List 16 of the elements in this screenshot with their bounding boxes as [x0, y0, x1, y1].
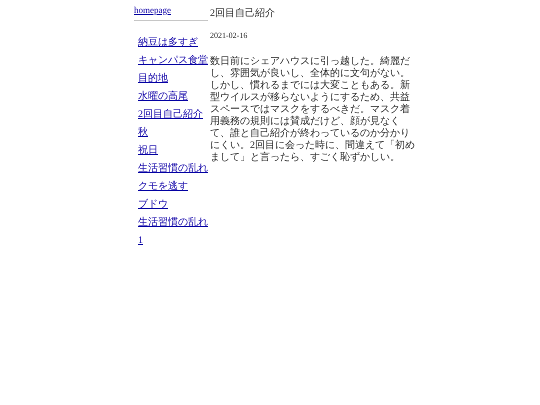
post-link[interactable]: 2回目自己紹介 — [138, 108, 203, 120]
post-link[interactable]: キャンパス食堂 — [138, 54, 208, 66]
post-link[interactable]: 1 — [138, 234, 143, 246]
post-link[interactable]: 生活習慣の乱れ — [138, 216, 208, 228]
post-link[interactable]: 納豆は多すぎ — [138, 36, 198, 48]
post-link[interactable]: 祝日 — [138, 144, 158, 156]
post-date: 2021-02-16 — [210, 30, 248, 42]
post-link[interactable]: ブドウ — [138, 198, 168, 210]
post-body: 数日前にシェアハウスに引っ越した。綺麗だし、雰囲気が良いし、全体的に文句がない。しかし、慣れるまでには大変こともある。新型ウイルスが移らないようにするため、共益スペースではマスクをするべきだ。マスク着用義務の規則には賛成だけど、顔が見なくて、誰と自己紹介が終わっているのか分かりにくい。2回目に会った時に、間違えて「初めまして」と言ったら、すごく恥ずかしい。 — [210, 56, 415, 164]
post-title: 2回目自己紹介 — [210, 7, 276, 21]
post-link[interactable]: 目的地 — [138, 72, 168, 84]
post-link[interactable]: 秋 — [138, 126, 148, 138]
post-link[interactable]: 生活習慣の乱れ — [138, 162, 208, 174]
homepage-link[interactable]: homepage — [134, 4, 208, 20]
post-link[interactable]: 水曜の高尾 — [138, 90, 188, 102]
post-link[interactable]: クモを逃す — [138, 180, 188, 192]
